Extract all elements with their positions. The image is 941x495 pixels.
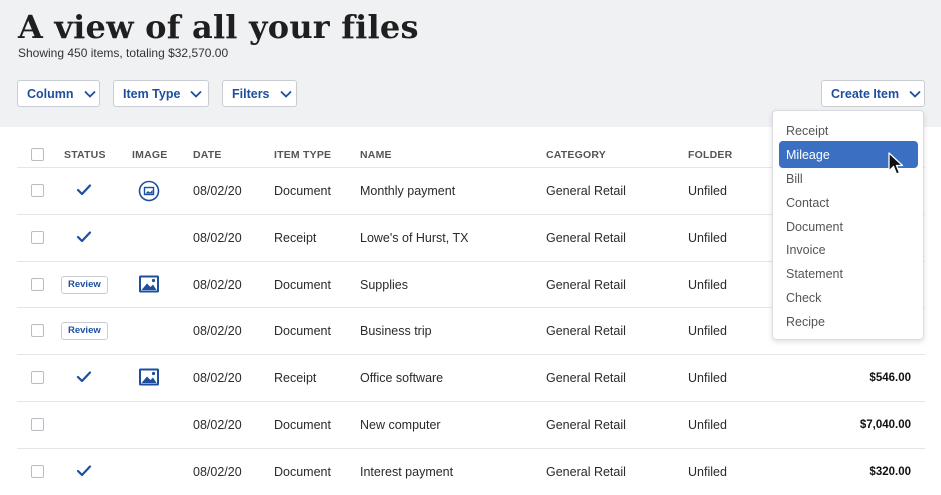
- row-category: General Retail: [546, 184, 626, 198]
- column-button[interactable]: Column: [17, 80, 100, 107]
- table-row[interactable]: 08/02/20 Document Interest payment Gener…: [17, 449, 925, 495]
- status-column-header[interactable]: STATUS: [64, 149, 106, 161]
- row-item-type: Document: [274, 184, 331, 198]
- row-date: 08/02/20: [193, 464, 242, 479]
- folder-column-header[interactable]: FOLDER: [688, 149, 732, 161]
- menu-item-check[interactable]: Check: [786, 291, 821, 305]
- check-icon: [76, 183, 92, 202]
- image-icon[interactable]: [138, 367, 160, 392]
- name-column-header[interactable]: NAME: [360, 149, 392, 161]
- row-item-type: Document: [274, 417, 331, 432]
- row-checkbox[interactable]: [31, 184, 44, 197]
- items-summary: Showing 450 items, totaling $32,570.00: [18, 46, 229, 60]
- row-folder: Unfiled: [688, 184, 727, 198]
- menu-item-statement[interactable]: Statement: [786, 267, 843, 281]
- table-row[interactable]: 08/02/20 Receipt Office software General…: [17, 355, 925, 402]
- row-amount: $546.00: [869, 372, 911, 385]
- select-all-checkbox[interactable]: [31, 148, 44, 161]
- item-type-button[interactable]: Item Type: [113, 80, 209, 107]
- chevron-down-icon: [279, 90, 292, 98]
- chevron-down-icon: [909, 90, 921, 98]
- filters-button[interactable]: Filters: [222, 80, 297, 107]
- check-icon: [76, 370, 92, 389]
- row-checkbox[interactable]: [31, 464, 44, 478]
- item-type-button-label: Item Type: [123, 86, 181, 101]
- row-name: Interest payment: [360, 464, 454, 479]
- row-category: General Retail: [546, 464, 626, 479]
- row-date: 08/02/20: [193, 277, 242, 292]
- category-column-header[interactable]: CATEGORY: [546, 149, 606, 161]
- row-category: General Retail: [546, 417, 626, 432]
- row-date: 08/02/20: [193, 230, 242, 245]
- row-date: 08/02/20: [193, 417, 242, 432]
- item-type-column-header[interactable]: ITEM TYPE: [274, 149, 331, 161]
- page-title: A view of all your files: [18, 8, 419, 46]
- row-folder: Unfiled: [688, 277, 727, 292]
- menu-item-document[interactable]: Document: [786, 220, 843, 234]
- row-name: Business trip: [360, 324, 432, 339]
- row-name: Monthly payment: [360, 184, 456, 198]
- row-checkbox[interactable]: [31, 324, 44, 338]
- create-item-button-label: Create Item: [831, 86, 900, 101]
- row-folder: Unfiled: [688, 464, 727, 479]
- row-item-type: Receipt: [274, 230, 317, 245]
- row-date: 08/02/20: [193, 324, 242, 339]
- image-icon[interactable]: [138, 274, 160, 299]
- row-folder: Unfiled: [688, 371, 727, 386]
- image-column-header[interactable]: IMAGE: [132, 149, 167, 161]
- row-date: 08/02/20: [193, 184, 242, 198]
- chevron-down-icon: [190, 90, 203, 98]
- row-checkbox[interactable]: [31, 277, 44, 291]
- menu-item-receipt[interactable]: Receipt: [786, 124, 828, 138]
- row-amount: $320.00: [869, 465, 911, 478]
- row-folder: Unfiled: [688, 324, 727, 339]
- menu-item-recipe[interactable]: Recipe: [786, 315, 825, 329]
- menu-item-bill[interactable]: Bill: [786, 172, 803, 186]
- image-circle-icon[interactable]: [138, 180, 160, 207]
- row-item-type: Receipt: [274, 371, 317, 386]
- row-name: Lowe's of Hurst, TX: [360, 230, 469, 245]
- mouse-pointer-icon: [888, 152, 904, 181]
- filters-button-label: Filters: [232, 86, 270, 101]
- column-button-label: Column: [27, 86, 74, 101]
- page-header-band: A view of all your files Showing 450 ite…: [0, 0, 941, 127]
- row-amount: $7,040.00: [859, 418, 911, 431]
- row-name: Office software: [360, 371, 444, 386]
- row-checkbox[interactable]: [31, 417, 44, 431]
- row-item-type: Document: [274, 464, 331, 479]
- row-checkbox[interactable]: [31, 371, 44, 385]
- create-item-menu: Receipt Mileage Bill Contact Document In…: [772, 110, 924, 340]
- row-folder: Unfiled: [688, 230, 727, 245]
- table-row[interactable]: 08/02/20 Document New computer General R…: [17, 402, 925, 449]
- row-checkbox[interactable]: [31, 230, 44, 244]
- menu-item-label: Mileage: [786, 148, 830, 162]
- review-badge[interactable]: Review: [61, 322, 108, 341]
- check-icon: [76, 464, 92, 483]
- review-badge[interactable]: Review: [61, 275, 108, 294]
- row-item-type: Document: [274, 324, 331, 339]
- row-category: General Retail: [546, 277, 626, 292]
- row-item-type: Document: [274, 277, 331, 292]
- row-category: General Retail: [546, 324, 626, 339]
- row-name: New computer: [360, 417, 441, 432]
- menu-item-invoice[interactable]: Invoice: [786, 243, 826, 257]
- row-name: Supplies: [360, 277, 408, 292]
- date-column-header[interactable]: DATE: [193, 149, 222, 161]
- check-icon: [76, 230, 92, 249]
- menu-item-contact[interactable]: Contact: [786, 196, 829, 210]
- chevron-down-icon: [83, 90, 96, 98]
- row-category: General Retail: [546, 230, 626, 245]
- row-category: General Retail: [546, 371, 626, 386]
- row-folder: Unfiled: [688, 417, 727, 432]
- create-item-button[interactable]: Create Item: [821, 80, 925, 107]
- row-date: 08/02/20: [193, 371, 242, 386]
